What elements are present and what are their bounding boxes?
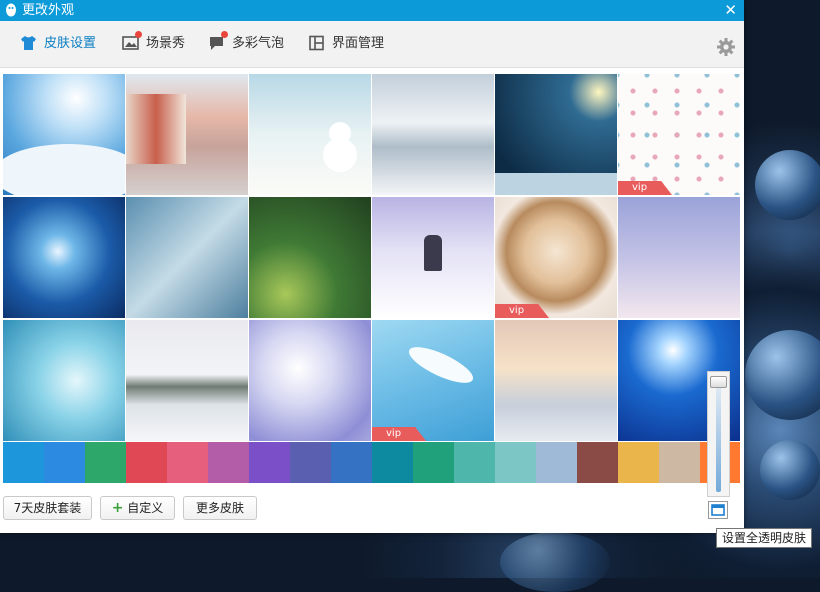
skin-thumbnail[interactable] [3,320,125,441]
skin-grid: vip vip vip [3,74,740,442]
color-swatch[interactable] [290,442,331,483]
snow-ground [495,173,617,195]
window-title: 更改外观 [22,3,75,18]
transparent-skin-button[interactable] [708,501,728,519]
color-swatch[interactable] [44,442,85,483]
desktop-bubble [755,150,820,220]
pattern-dots [618,74,740,195]
color-swatch[interactable] [577,442,618,483]
notification-dot [221,31,228,38]
skin-thumbnail[interactable] [126,320,248,441]
desktop-bubble [745,330,820,420]
transparency-slider[interactable] [707,371,730,497]
color-swatch[interactable] [372,442,413,483]
skin-thumbnail[interactable]: vip [618,74,740,195]
tab-label: 场景秀 [146,36,186,51]
desktop-bubble [760,440,820,500]
skin-thumbnail[interactable] [495,74,617,195]
snowman-shape [329,122,351,144]
layout-icon [309,35,324,51]
skin-thumbnail[interactable] [249,74,371,195]
skin-thumbnail[interactable] [3,197,125,318]
color-swatch[interactable] [618,442,659,483]
color-swatch[interactable] [167,442,208,483]
skin-suite-button[interactable]: 7天皮肤套装 [3,496,92,520]
skin-thumbnail[interactable] [618,197,740,318]
skin-thumbnail[interactable] [495,320,617,441]
toolbar: 皮肤设置 场景秀 多彩气泡 界面管理 [0,21,744,68]
color-swatch[interactable] [3,442,44,483]
color-swatch[interactable] [454,442,495,483]
skin-thumbnail[interactable] [3,74,125,195]
title-bar: 更改外观 ✕ [0,0,744,21]
slider-thumb[interactable] [710,376,727,388]
custom-button[interactable]: + 自定义 [100,496,175,520]
skin-thumbnail[interactable] [372,197,494,318]
skin-thumbnail[interactable] [126,197,248,318]
close-icon[interactable]: ✕ [724,0,737,21]
skin-thumbnail[interactable] [249,320,371,441]
more-skins-button[interactable]: 更多皮肤 [183,496,257,520]
plus-icon: + [111,500,124,516]
skin-thumbnail[interactable] [372,74,494,195]
penguin-icon [6,3,16,17]
couple-figures [424,235,442,271]
skin-thumbnail[interactable]: vip [372,320,494,441]
notification-dot [135,31,142,38]
tab-label: 界面管理 [332,36,385,51]
window-icon [711,504,725,516]
house-row [126,94,186,164]
color-swatch[interactable] [413,442,454,483]
color-swatch[interactable] [85,442,126,483]
slider-track [716,380,721,492]
color-palette [3,442,740,483]
color-swatch[interactable] [536,442,577,483]
change-appearance-window: 更改外观 ✕ 皮肤设置 场景秀 多彩气泡 界面管理 vip vip vip 7天… [0,0,744,533]
vip-badge: vip [495,304,549,318]
desktop-bubble [500,532,610,592]
cloud-shape [3,144,125,195]
skin-thumbnail[interactable] [249,197,371,318]
feather-shape [404,340,478,390]
color-swatch[interactable] [495,442,536,483]
color-swatch[interactable] [126,442,167,483]
tab-label: 多彩气泡 [232,36,285,51]
skin-thumbnail[interactable] [126,74,248,195]
color-swatch[interactable] [659,442,700,483]
vip-badge: vip [372,427,426,441]
custom-button-label: 自定义 [127,501,164,515]
gear-icon[interactable] [717,38,735,56]
color-swatch[interactable] [208,442,249,483]
color-swatch[interactable] [249,442,290,483]
shirt-icon [21,36,36,50]
tooltip: 设置全透明皮肤 [716,528,812,548]
skin-thumbnail[interactable]: vip [495,197,617,318]
tab-label: 皮肤设置 [44,36,97,51]
color-swatch[interactable] [331,442,372,483]
